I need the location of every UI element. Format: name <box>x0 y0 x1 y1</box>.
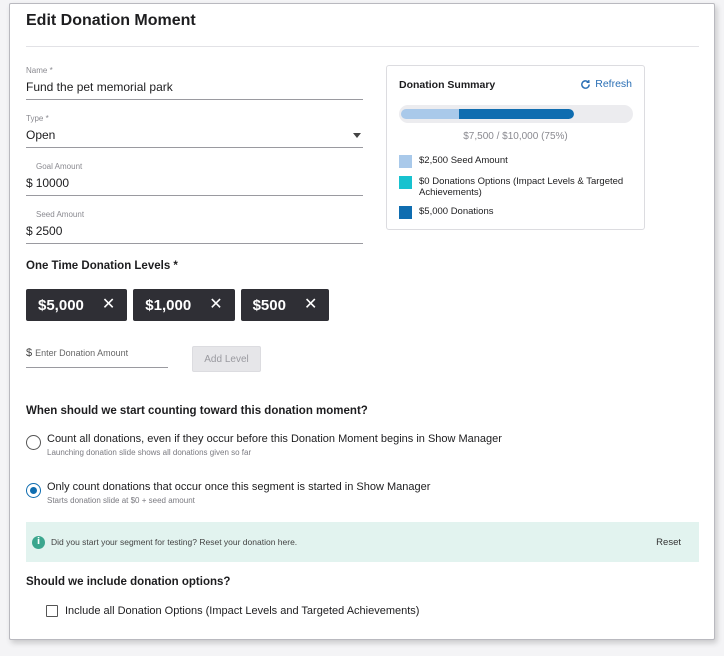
legend-item-options: $0 Donations Options (Impact Levels & Ta… <box>399 176 634 198</box>
remove-chip-icon[interactable]: ✕ <box>209 297 222 313</box>
count-all-sublabel: Launching donation slide shows all donat… <box>47 448 252 457</box>
goal-amount-label: Goal Amount <box>36 162 83 171</box>
remove-chip-icon[interactable]: ✕ <box>304 297 317 313</box>
donation-level-chip[interactable]: $500 ✕ <box>240 289 330 321</box>
count-all-radio[interactable] <box>26 435 41 450</box>
reset-info-text: Did you start your segment for testing? … <box>51 537 298 547</box>
info-icon: i <box>32 535 45 549</box>
donation-summary-title: Donation Summary <box>399 79 496 91</box>
name-input[interactable]: Fund the pet memorial park <box>26 80 363 100</box>
progress-fill <box>401 109 574 119</box>
chip-amount: $1,000 <box>145 296 192 314</box>
include-options-checkbox[interactable] <box>46 605 58 617</box>
refresh-label: Refresh <box>595 78 632 90</box>
count-from-start-label: Only count donations that occur once thi… <box>47 481 431 493</box>
count-all-label: Count all donations, even if they occur … <box>47 433 502 445</box>
legend-label-options: $0 Donations Options (Impact Levels & Ta… <box>419 176 624 198</box>
donation-levels-heading: One Time Donation Levels * <box>26 260 178 272</box>
add-level-button[interactable]: Add Level <box>192 346 261 372</box>
legend-swatch-options <box>399 176 412 189</box>
donation-amount-currency: $ <box>26 347 33 359</box>
progress-text: $7,500 / $10,000 (75%) <box>463 131 568 142</box>
seed-amount-value: 2500 <box>35 224 63 238</box>
counting-heading: When should we start counting toward thi… <box>26 405 368 417</box>
legend-item-donations: $5,000 Donations <box>399 206 634 219</box>
type-label: Type * <box>26 114 49 123</box>
name-label: Name * <box>26 66 53 75</box>
count-all-option[interactable]: Count all donations, even if they occur … <box>26 433 502 457</box>
reset-info-banner: i Did you start your segment for testing… <box>26 522 699 562</box>
donation-level-chip[interactable]: $1,000 ✕ <box>133 289 235 321</box>
chip-amount: $5,000 <box>38 296 84 314</box>
count-from-start-radio[interactable] <box>26 483 41 498</box>
name-value: Fund the pet memorial park <box>26 80 173 94</box>
name-field[interactable]: Name * Fund the pet memorial park <box>26 66 363 100</box>
legend-swatch-donations <box>399 206 412 219</box>
refresh-button[interactable]: Refresh <box>580 78 632 90</box>
goal-amount-field[interactable]: Goal Amount $ 10000 <box>26 162 363 196</box>
legend-label-donations: $5,000 Donations <box>419 206 494 217</box>
count-from-start-sublabel: Starts donation slide at $0 + seed amoun… <box>47 496 195 505</box>
donation-options-heading: Should we include donation options? <box>26 576 231 588</box>
seed-amount-input[interactable]: $ 2500 <box>26 224 363 244</box>
donation-level-chips: $5,000 ✕ $1,000 ✕ $500 ✕ <box>26 289 330 321</box>
progress-track <box>399 105 633 123</box>
refresh-icon <box>581 79 591 89</box>
goal-amount-value: 10000 <box>35 176 70 190</box>
seed-currency: $ <box>26 224 33 238</box>
chip-amount: $500 <box>252 296 286 314</box>
dropdown-arrow-icon[interactable] <box>353 132 361 138</box>
type-value: Open <box>26 128 56 142</box>
edit-donation-moment-card: Edit Donation Moment Name * Fund the pet… <box>9 3 715 640</box>
donation-amount-input[interactable] <box>35 348 156 358</box>
legend-label-seed: $2,500 Seed Amount <box>419 155 508 166</box>
title-divider <box>26 46 699 47</box>
type-dropdown[interactable]: Open <box>26 128 363 148</box>
page-title: Edit Donation Moment <box>26 12 196 29</box>
include-options-row[interactable]: Include all Donation Options (Impact Lev… <box>46 605 419 617</box>
remove-chip-icon[interactable]: ✕ <box>102 297 115 313</box>
goal-currency: $ <box>26 176 33 190</box>
seed-amount-field[interactable]: Seed Amount $ 2500 <box>26 210 363 244</box>
legend-swatch-seed <box>399 155 412 168</box>
seed-amount-label: Seed Amount <box>36 210 85 219</box>
donation-summary-panel: Donation Summary Refresh $7,500 / $10,00… <box>386 65 645 230</box>
donation-level-chip[interactable]: $5,000 ✕ <box>26 289 128 321</box>
summary-legend: $2,500 Seed Amount $0 Donations Options … <box>399 155 634 227</box>
reset-button[interactable]: Reset <box>656 537 681 548</box>
donation-amount-field[interactable]: $ <box>26 347 168 368</box>
legend-item-seed: $2,500 Seed Amount <box>399 155 634 168</box>
type-select[interactable]: Type * Open <box>26 114 363 148</box>
count-from-start-option[interactable]: Only count donations that occur once thi… <box>26 481 430 505</box>
include-options-label: Include all Donation Options (Impact Lev… <box>65 605 420 617</box>
goal-amount-input[interactable]: $ 10000 <box>26 176 363 196</box>
progress-donations-segment <box>458 109 574 119</box>
